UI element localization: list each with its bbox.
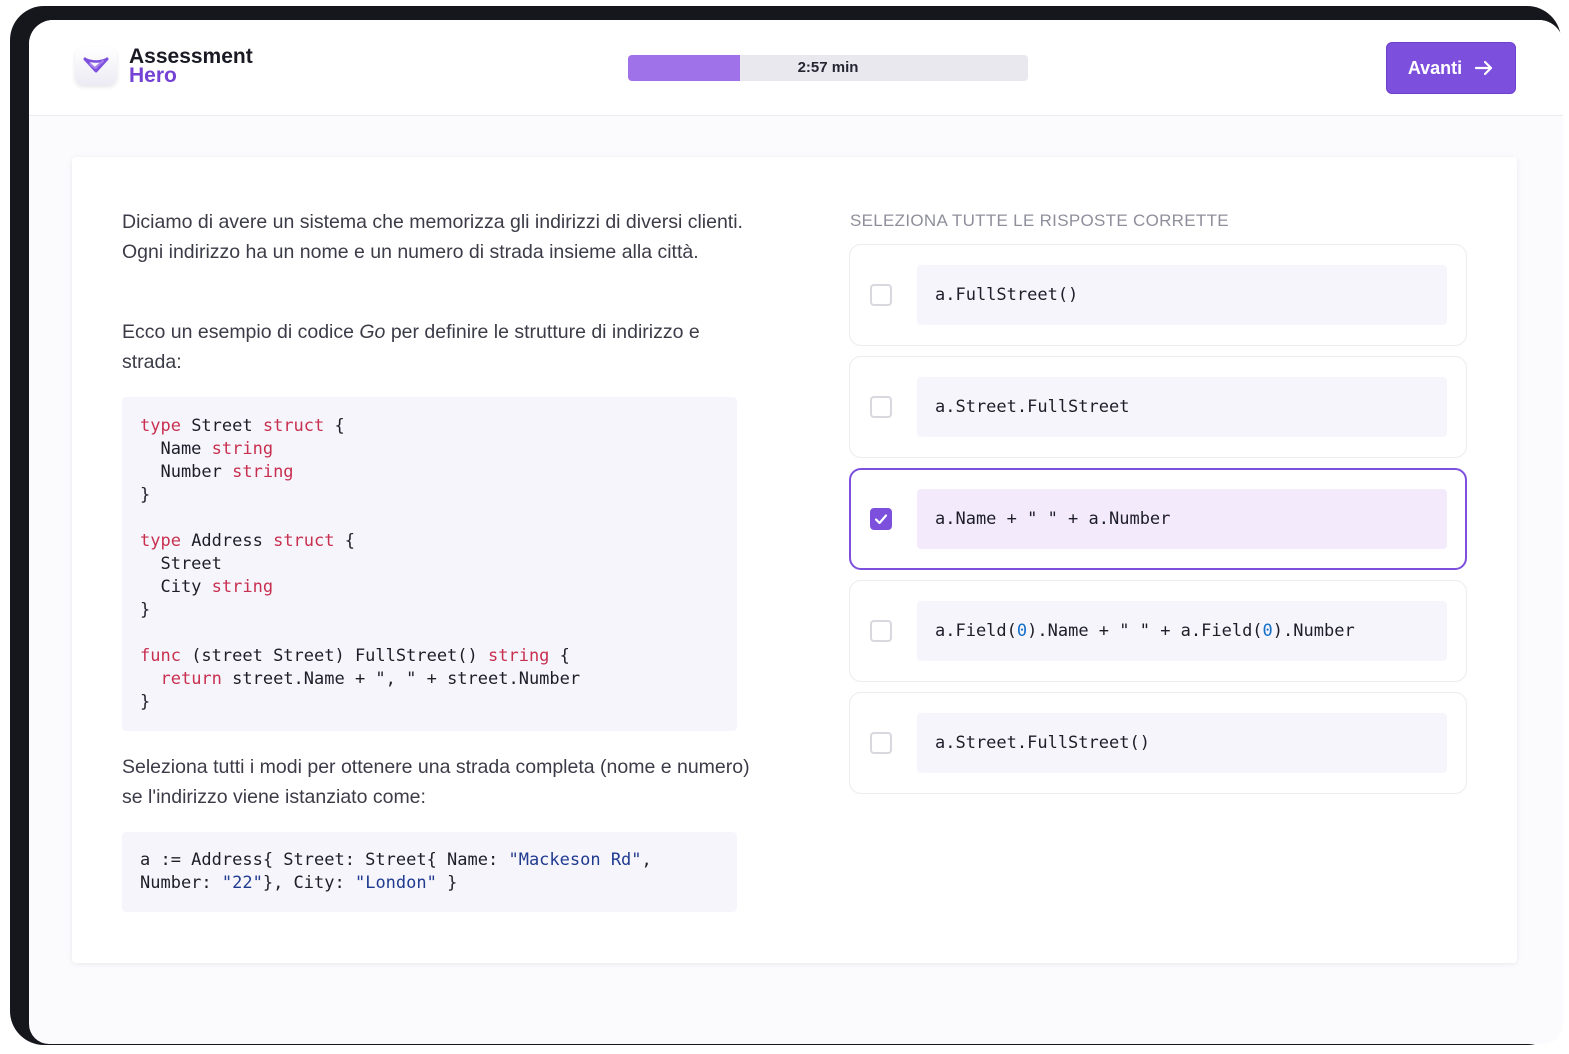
code-text: } [140,485,151,505]
code-kw: func [140,646,181,666]
code-text: (street Street) FullStreet() [180,646,488,666]
code-text: } [140,692,151,712]
code-text: a.FullStreet() [935,285,1079,305]
code-text: Name [140,439,212,459]
answer-checkbox[interactable] [870,508,892,530]
answer-code: a.Field(0).Name + " " + a.Field(0).Numbe… [917,601,1447,661]
answers-title: SELEZIONA TUTTE LE RISPOSTE CORRETTE [850,211,1229,230]
code-text: street.Name + ", " + street.Number [221,669,581,689]
code-text: } [140,600,151,620]
brand-name-line2: Hero [129,64,177,87]
code-line: City string [140,576,719,599]
question-card: Diciamo di avere un sistema che memorizz… [72,157,1517,963]
app-screen: Assessment Hero 2:57 min Avanti Diciamo … [29,20,1563,1044]
code-str: "London" [354,873,437,893]
code-line: return street.Name + ", " + street.Numbe… [140,668,719,691]
code-kw: return [160,669,222,689]
code-line: } [140,484,719,507]
language-name: Go [359,321,386,343]
timer-progress-bar: 2:57 min [628,55,1028,81]
code-line: Number: "22"}, City: "London" } [140,872,719,895]
answer-code: a.Street.FullStreet() [917,713,1447,773]
code-text: { [334,531,355,551]
struct-code-block: type Street struct { Name string Number … [122,397,737,731]
answer-option[interactable]: a.Name + " " + a.Number [849,468,1467,570]
code-text: ).Number [1272,621,1355,641]
code-line: a := Address{ Street: Street{ Name: "Mac… [140,849,719,872]
code-text: Address [180,531,274,551]
code-line: type Address struct { [140,530,719,553]
code-line: Name string [140,438,719,461]
answer-checkbox[interactable] [870,732,892,754]
answer-option[interactable]: a.Field(0).Name + " " + a.Field(0).Numbe… [849,580,1467,682]
device-frame: Assessment Hero 2:57 min Avanti Diciamo … [10,6,1563,1045]
logo-icon [75,47,117,85]
code-text: City [140,577,212,597]
top-bar: Assessment Hero 2:57 min Avanti [29,20,1563,116]
code-kw: struct [273,531,335,551]
code-text: } [436,873,458,893]
question-context: Ecco un esempio di codice Go per definir… [122,317,752,377]
code-text: Number [140,462,233,482]
code-text: }, City: [262,873,355,893]
answer-option[interactable]: a.Street.FullStreet [849,356,1467,458]
code-line: Number string [140,461,719,484]
code-text: a.Field( [935,621,1017,641]
timer-label: 2:57 min [797,59,859,76]
code-kw: string [211,439,274,459]
check-icon [874,514,888,525]
code-num: 0 [1016,621,1028,641]
answer-checkbox[interactable] [870,396,892,418]
code-text: a := Address{ Street: Street{ Name: [140,850,509,870]
code-text: { [549,646,570,666]
answer-code: a.Name + " " + a.Number [917,489,1447,549]
next-button[interactable]: Avanti [1386,42,1516,94]
code-text: { [324,416,345,436]
code-text: a.Street.FullStreet [935,397,1130,417]
code-line: } [140,599,719,622]
code-text: , [641,850,652,870]
code-kw: type [140,416,181,436]
answer-option[interactable]: a.Street.FullStreet() [849,692,1467,794]
next-button-label: Avanti [1407,57,1463,78]
code-text: Number: [140,873,222,893]
answer-checkbox[interactable] [870,284,892,306]
answer-code: a.FullStreet() [917,265,1447,325]
code-line: type Street struct { [140,415,719,438]
brand-name: Assessment Hero [129,46,253,87]
code-kw: string [211,577,274,597]
code-str: "Mackeson Rd" [508,850,642,870]
question-intro: Diciamo di avere un sistema che memorizz… [122,211,743,263]
code-str: "22" [221,873,263,893]
code-text: a.Street.FullStreet() [935,733,1150,753]
code-kw: struct [262,416,325,436]
instance-code-block: a := Address{ Street: Street{ Name: "Mac… [122,832,737,912]
code-num: 0 [1262,621,1273,641]
code-kw: string [232,462,294,482]
answer-code: a.Street.FullStreet [917,377,1447,437]
code-text: Street [140,554,222,574]
answer-checkbox[interactable] [870,620,892,642]
code-text: ).Name + " " + a.Field( [1027,621,1263,641]
code-text: Street [180,416,263,436]
code-line: } [140,691,719,714]
question-prompt: Seleziona tutti i modi per ottenere una … [122,756,750,808]
question-context-before: Ecco un esempio di codice [122,321,360,343]
code-line: Street [140,553,719,576]
code-text: a.Name + " " + a.Number [935,509,1171,529]
arrow-right-icon [1475,60,1493,76]
code-line: func (street Street) FullStreet() string… [140,645,719,668]
code-kw: type [140,531,181,551]
answer-option[interactable]: a.FullStreet() [849,244,1467,346]
code-kw: string [488,646,550,666]
